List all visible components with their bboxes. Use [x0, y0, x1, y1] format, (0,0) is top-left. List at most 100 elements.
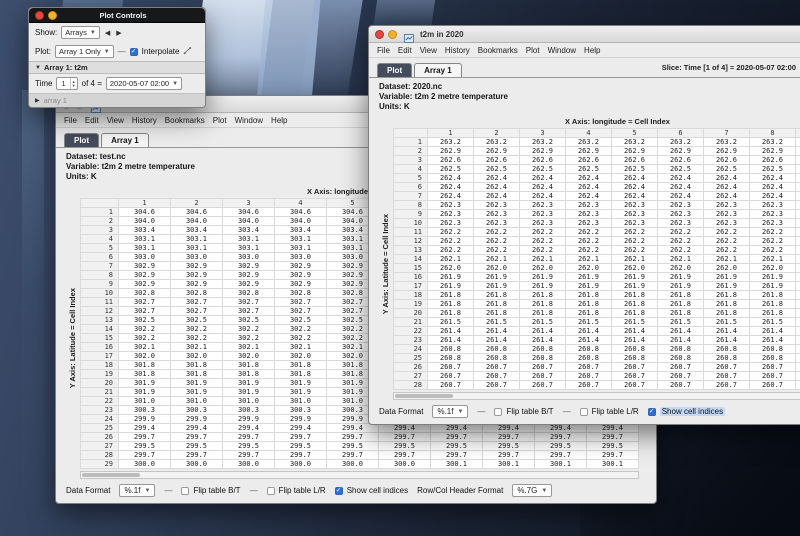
data-format-select[interactable]: %.1f▼ [432, 405, 468, 418]
data-cell: 263.2 [474, 138, 520, 147]
flip-bt-checkbox[interactable]: Flip table B/T [181, 486, 240, 495]
data-cell: 302.0 [275, 352, 327, 361]
show-select[interactable]: Arrays▼ [61, 26, 100, 39]
tab-array-1[interactable]: Array 1 [101, 133, 149, 147]
data-cell: 262.5 [704, 165, 750, 174]
data-cell: 299.7 [535, 433, 587, 442]
checkbox-icon[interactable]: ✓ [648, 408, 656, 416]
horizontal-scrollbar[interactable] [80, 471, 639, 479]
separator: — [477, 407, 485, 416]
tab-plot[interactable]: Plot [377, 63, 412, 77]
data-cell: 262.3 [566, 219, 612, 228]
plot-style-icon[interactable] [183, 46, 192, 57]
minimize-button[interactable] [48, 11, 57, 20]
checkbox-icon[interactable] [181, 487, 189, 495]
checkbox-icon[interactable]: ✓ [130, 48, 138, 56]
data-cell: 302.5 [223, 316, 275, 325]
data-cell: 262.3 [658, 210, 704, 219]
titlebar[interactable]: t2m in 2020 [369, 26, 800, 43]
data-cell: 300.3 [223, 406, 275, 415]
collapsed-array-item[interactable]: ▶ array 1 [29, 93, 205, 107]
data-cell: 262.3 [750, 210, 796, 219]
show-cell-indices-checkbox[interactable]: ✓ Show cell indices [648, 407, 725, 416]
flip-lr-checkbox[interactable]: Flip table L/R [580, 407, 639, 416]
row-header: 1 [81, 208, 119, 217]
table-row: 27299.5299.5299.5299.5299.5299.5299.5299… [81, 442, 639, 451]
data-cell: 299.9 [223, 415, 275, 424]
menu-view[interactable]: View [107, 116, 124, 125]
data-cell: 302.9 [275, 262, 327, 271]
column-header: 2 [171, 199, 223, 208]
minimize-button[interactable] [388, 30, 397, 39]
menu-file[interactable]: File [64, 116, 77, 125]
titlebar[interactable]: Plot Controls [29, 8, 205, 23]
data-cell: 261.8 [704, 300, 750, 309]
menu-edit[interactable]: Edit [85, 116, 99, 125]
rowcol-format-select[interactable]: %.7G▼ [512, 484, 552, 497]
scrollbar-thumb[interactable] [395, 394, 453, 398]
close-button[interactable] [375, 30, 384, 39]
menu-plot[interactable]: Plot [213, 116, 227, 125]
menu-window[interactable]: Window [548, 46, 576, 55]
flip-bt-checkbox[interactable]: Flip table B/T [494, 407, 553, 416]
table-row: 15262.0262.0262.0262.0262.0262.0262.0262… [394, 264, 800, 273]
data-cell: 302.2 [223, 325, 275, 334]
array-section-header[interactable]: ▼ Array 1: t2m [29, 61, 205, 74]
collapse-triangle-icon[interactable]: ▼ [35, 65, 41, 71]
chevron-down-icon: ▼ [144, 488, 150, 494]
next-button[interactable]: ▶ [115, 29, 122, 37]
chevron-down-icon: ▼ [90, 30, 96, 36]
menu-history[interactable]: History [445, 46, 470, 55]
menu-history[interactable]: History [132, 116, 157, 125]
data-cell: 260.8 [658, 354, 704, 363]
data-cell: 262.6 [704, 156, 750, 165]
menu-view[interactable]: View [420, 46, 437, 55]
horizontal-scrollbar[interactable] [393, 392, 800, 400]
data-cell: 304.0 [171, 217, 223, 226]
checkbox-icon[interactable]: ✓ [335, 487, 343, 495]
data-cell: 299.7 [327, 433, 379, 442]
data-format-select[interactable]: %.1f▼ [119, 484, 155, 497]
menu-file[interactable]: File [377, 46, 390, 55]
expand-triangle-icon[interactable]: ▶ [35, 97, 40, 104]
interpolate-checkbox[interactable]: ✓ Interpolate [130, 47, 180, 56]
data-cell: 262.1 [612, 255, 658, 264]
data-cell: 302.8 [171, 289, 223, 298]
variable-label: Variable: t2m 2 metre temperature [379, 92, 800, 102]
checkbox-icon[interactable] [494, 408, 502, 416]
checkbox-icon[interactable] [267, 487, 275, 495]
menu-edit[interactable]: Edit [398, 46, 412, 55]
tab-array-1[interactable]: Array 1 [414, 63, 462, 77]
time-stepper[interactable]: 1 ▲▼ [56, 77, 77, 90]
close-button[interactable] [35, 11, 44, 20]
prev-button[interactable]: ◀ [104, 29, 111, 37]
data-cell: 261.9 [704, 273, 750, 282]
column-header: 1 [428, 129, 474, 138]
menu-help[interactable]: Help [584, 46, 600, 55]
data-grid: 1234567891263.2263.2263.2263.2263.2263.2… [393, 128, 800, 390]
table-row: 11262.2262.2262.2262.2262.2262.2262.2262… [394, 228, 800, 237]
data-cell: 262.4 [796, 183, 800, 192]
table-row: 2262.9262.9262.9262.9262.9262.9262.9262.… [394, 147, 800, 156]
menu-bookmarks[interactable]: Bookmarks [165, 116, 205, 125]
tab-plot[interactable]: Plot [64, 133, 99, 147]
data-cell: 261.4 [658, 327, 704, 336]
data-cell: 262.1 [704, 255, 750, 264]
data-cell: 262.3 [750, 219, 796, 228]
menu-plot[interactable]: Plot [526, 46, 540, 55]
data-cell: 260.8 [704, 354, 750, 363]
checkbox-icon[interactable] [580, 408, 588, 416]
plot-select[interactable]: Array 1 Only▼ [55, 45, 114, 58]
stepper-arrows-icon[interactable]: ▲▼ [70, 78, 77, 89]
menu-help[interactable]: Help [271, 116, 287, 125]
data-cell: 300.3 [171, 406, 223, 415]
menu-window[interactable]: Window [235, 116, 263, 125]
data-cell: 262.2 [474, 246, 520, 255]
scrollbar-thumb[interactable] [82, 473, 140, 477]
time-slice-select[interactable]: 2020-05-07 02:00▼ [106, 77, 182, 90]
data-cell: 261.5 [704, 318, 750, 327]
flip-lr-checkbox[interactable]: Flip table L/R [267, 486, 326, 495]
column-header: 7 [704, 129, 750, 138]
show-cell-indices-checkbox[interactable]: ✓ Show cell indices [335, 486, 408, 495]
menu-bookmarks[interactable]: Bookmarks [478, 46, 518, 55]
